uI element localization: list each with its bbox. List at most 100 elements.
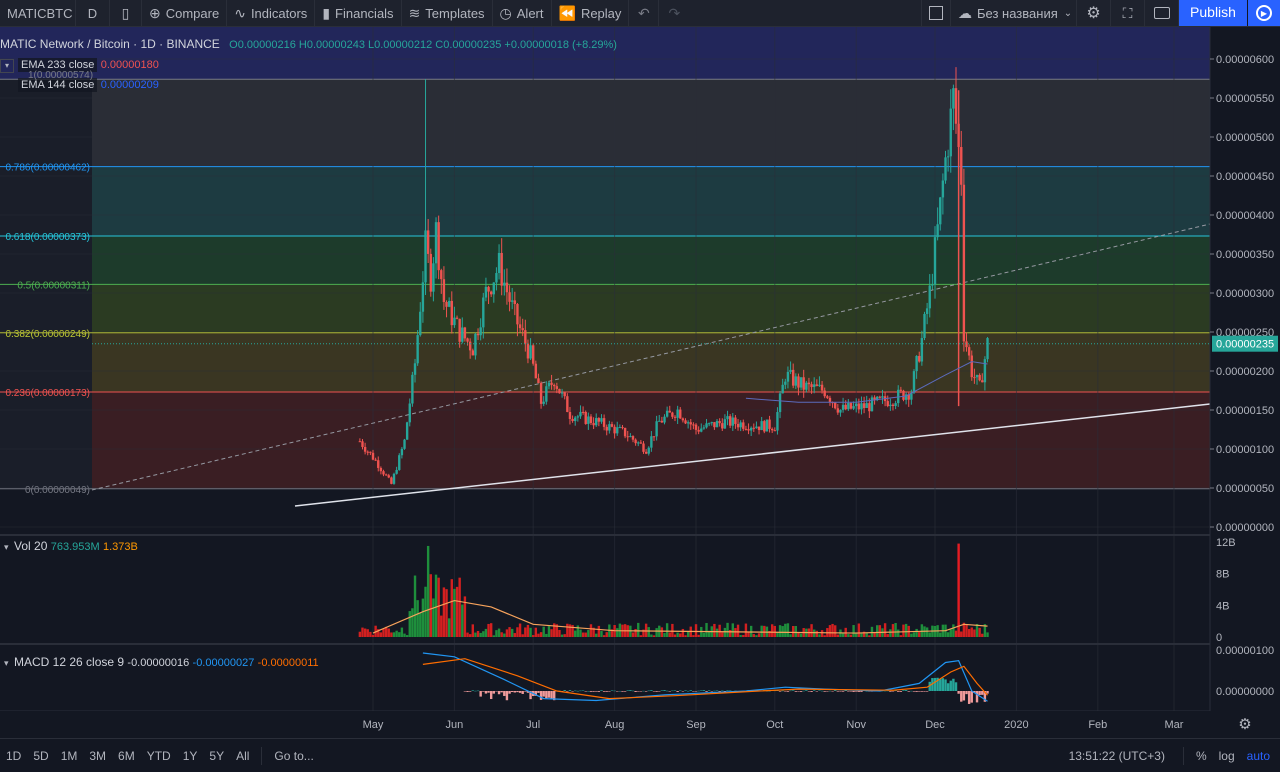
range-button-ytd[interactable]: YTD bbox=[141, 749, 177, 763]
volume-bar bbox=[920, 624, 924, 637]
volume-legend: ▾ Vol 20 763.953M 1.373B bbox=[4, 539, 138, 553]
macd-collapse-icon[interactable]: ▾ bbox=[4, 658, 14, 669]
range-button-5d[interactable]: 5D bbox=[27, 749, 54, 763]
macd-histogram-bar bbox=[579, 690, 582, 692]
macd-histogram-bar bbox=[889, 691, 892, 692]
volume-bar bbox=[526, 624, 530, 637]
interval-button[interactable]: D bbox=[76, 0, 110, 26]
settings-button[interactable]: ⚙ bbox=[1077, 0, 1111, 26]
candle-body bbox=[773, 430, 777, 432]
volume-bar bbox=[739, 635, 742, 637]
camera-icon bbox=[1153, 7, 1170, 19]
candle-body bbox=[434, 222, 438, 264]
templates-button[interactable]: ≋ Templates bbox=[402, 0, 493, 26]
gear-icon: ⚙ bbox=[1086, 5, 1101, 22]
candle-body bbox=[497, 252, 501, 274]
financials-button[interactable]: ▮ Financials bbox=[315, 0, 402, 26]
candle-body bbox=[592, 423, 595, 426]
candle-body bbox=[526, 343, 530, 359]
volume-collapse-icon[interactable]: ▾ bbox=[4, 542, 14, 553]
range-button-1m[interactable]: 1M bbox=[55, 749, 84, 763]
macd-histogram-bar bbox=[521, 691, 524, 694]
macd-histogram-bar bbox=[797, 691, 800, 692]
fullscreen-button[interactable]: ⛶ bbox=[1111, 0, 1145, 26]
volume-bar bbox=[432, 598, 435, 637]
symbol-search[interactable]: MATICBTC bbox=[0, 0, 76, 26]
volume-bar bbox=[492, 635, 496, 637]
candle-body bbox=[597, 418, 601, 422]
candle-body bbox=[650, 436, 653, 448]
volume-bar bbox=[786, 623, 790, 637]
volume-bar bbox=[637, 622, 640, 637]
symbol-label: MATICBTC bbox=[7, 5, 73, 21]
volume-bar bbox=[445, 589, 448, 637]
candle-body bbox=[928, 285, 931, 309]
range-button-all[interactable]: All bbox=[230, 749, 255, 763]
candle-body bbox=[918, 355, 921, 362]
ema233-value: 0.00000180 bbox=[100, 59, 159, 71]
clock-time[interactable]: 13:51:22 (UTC+3) bbox=[1063, 749, 1171, 763]
candle-body bbox=[684, 420, 687, 424]
range-button-1y[interactable]: 1Y bbox=[177, 749, 204, 763]
candle-body bbox=[736, 423, 740, 428]
undo-button[interactable]: ↶ bbox=[629, 0, 660, 26]
candle-body bbox=[398, 455, 401, 470]
indicators-button[interactable]: ∿ Indicators bbox=[227, 0, 316, 26]
auto-toggle[interactable]: auto bbox=[1241, 749, 1276, 763]
percent-toggle[interactable]: % bbox=[1190, 749, 1213, 763]
macd-histogram-bar bbox=[605, 691, 608, 692]
volume-bar bbox=[684, 635, 687, 637]
layout-name-button[interactable]: ☁ Без названия ⌄ bbox=[951, 0, 1077, 26]
fib-zone bbox=[92, 166, 1210, 237]
candle-body bbox=[802, 377, 805, 390]
redo-button[interactable]: ↷ bbox=[659, 0, 689, 26]
time-axis[interactable]: May Jun Jul Aug Sep Oct Nov Dec 2020 Feb Mar ⚙ bbox=[0, 711, 1280, 738]
fib-level-label: 0.786(0.00000462) bbox=[5, 163, 90, 174]
alert-button[interactable]: ◷ Alert bbox=[493, 0, 552, 26]
goto-button[interactable]: Go to... bbox=[268, 749, 319, 763]
axis-settings-icon[interactable]: ⚙ bbox=[1238, 715, 1251, 733]
replay-play-button[interactable]: ▶ bbox=[1247, 0, 1280, 26]
range-button-5y[interactable]: 5Y bbox=[203, 749, 230, 763]
macd-histogram-bar bbox=[694, 691, 698, 692]
price-axis[interactable]: 0.00000600 0.00000550 0.00000500 0.00000450… bbox=[1209, 27, 1280, 738]
snapshot-button[interactable] bbox=[1145, 0, 1179, 26]
replay-button[interactable]: ⏪ Replay bbox=[552, 0, 630, 26]
volume-bar bbox=[818, 634, 821, 637]
range-button-1d[interactable]: 1D bbox=[0, 749, 27, 763]
candle-body bbox=[537, 378, 540, 383]
macd-histogram-bar bbox=[823, 691, 826, 692]
toolbar-right: ☁ Без названия ⌄ ⚙ ⛶ Publish ▶ bbox=[921, 0, 1280, 26]
layout-select-button[interactable] bbox=[921, 0, 951, 26]
price-tick-label: 0.00000350 bbox=[1216, 249, 1274, 261]
publish-button[interactable]: Publish bbox=[1179, 0, 1247, 26]
compare-button[interactable]: ⊕ Compare bbox=[142, 0, 228, 26]
candle-body bbox=[455, 317, 459, 319]
candle-body bbox=[495, 273, 498, 283]
macd-histogram-bar bbox=[912, 691, 916, 692]
collapse-icon[interactable]: ▾ bbox=[0, 59, 14, 73]
range-button-6m[interactable]: 6M bbox=[112, 749, 141, 763]
volume-bar bbox=[369, 631, 372, 637]
candle-body bbox=[936, 224, 939, 238]
candle-body bbox=[369, 451, 372, 453]
time-tick-label: 2020 bbox=[1004, 719, 1028, 731]
log-toggle[interactable]: log bbox=[1213, 749, 1241, 763]
candle-body bbox=[826, 396, 829, 398]
fullscreen-icon: ⛶ bbox=[1122, 4, 1133, 21]
volume-bar bbox=[558, 629, 561, 637]
candle-body bbox=[925, 308, 929, 314]
chart-canvas[interactable]: 0.786(0.00000462) 0.618(0.00000373) 0.5(0.… bbox=[0, 27, 1280, 738]
candle-body bbox=[660, 420, 664, 423]
financials-label: Financials bbox=[335, 5, 394, 21]
volume-bar bbox=[489, 623, 493, 637]
volume-bar bbox=[398, 632, 401, 637]
candle-body bbox=[865, 403, 868, 408]
fib-zone bbox=[92, 332, 1210, 393]
volume-bar bbox=[794, 626, 798, 637]
macd-histogram-bar bbox=[644, 691, 648, 692]
symbol-title: MATIC Network / Bitcoin · 1D · BINANCE bbox=[0, 37, 220, 51]
range-button-3m[interactable]: 3M bbox=[83, 749, 112, 763]
chart-style-button[interactable]: ▯ bbox=[110, 0, 142, 26]
macd-histogram-bar bbox=[563, 690, 566, 691]
